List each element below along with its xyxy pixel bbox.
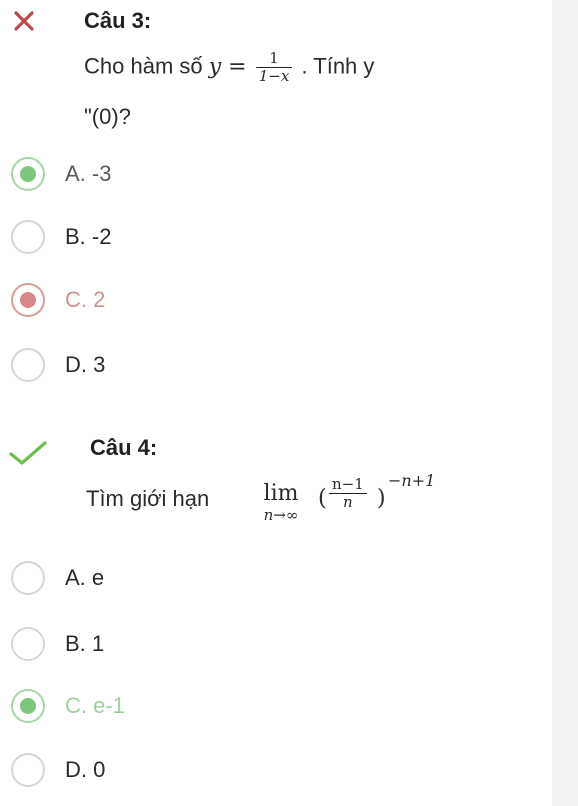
paren-close: ) <box>377 486 386 511</box>
option-label: C. 2 <box>65 287 106 312</box>
radio-button[interactable] <box>11 627 45 661</box>
radio-button[interactable] <box>11 689 45 723</box>
option-label: C. e-1 <box>65 693 125 718</box>
option-label: B. -2 <box>65 224 112 249</box>
radio-button[interactable] <box>11 348 45 382</box>
paren-open: ( <box>318 486 327 511</box>
fraction-numerator: n−1 <box>329 476 367 494</box>
lim-subscript: n→∞ <box>263 506 299 524</box>
exponent: −n+1 <box>388 471 436 490</box>
option-label: A. -3 <box>65 161 112 186</box>
check-icon <box>8 440 48 466</box>
option-label: D. 0 <box>65 757 106 782</box>
q4-option-b[interactable]: B. 1 <box>8 622 308 666</box>
fraction-denominator: 1−x <box>258 67 290 85</box>
question-3-text-line2: "(0)? <box>84 104 131 129</box>
question-4-text: Tìm giới hạn lim n→∞ ( n−1 n ) −n+1 <box>86 471 546 538</box>
question-4-prefix: Tìm giới hạn <box>86 486 210 511</box>
q3-option-c[interactable]: C. 2 <box>8 278 308 322</box>
radio-button[interactable] <box>11 220 45 254</box>
fraction-denominator: n <box>343 493 353 511</box>
question-3-title: Câu 3: <box>84 8 152 33</box>
option-label: A. e <box>65 565 105 590</box>
q3-option-d[interactable]: D. 3 <box>8 343 308 387</box>
q4-option-c[interactable]: C. e-1 <box>8 684 308 728</box>
lim-text: lim <box>263 481 299 506</box>
option-label: D. 3 <box>65 352 106 377</box>
right-scroll-rail <box>552 0 578 806</box>
radio-button[interactable] <box>11 561 45 595</box>
fraction-numerator: 1 <box>255 50 293 68</box>
radio-button[interactable] <box>11 157 45 191</box>
question-3-math-lhs: y = <box>208 54 247 80</box>
limit-symbol: lim n→∞ <box>246 481 316 525</box>
question-4-title: Câu 4: <box>90 435 158 460</box>
q4-option-a[interactable]: A. e <box>8 556 308 600</box>
option-label: B. 1 <box>65 631 105 656</box>
q3-option-a[interactable]: A. -3 <box>8 152 308 196</box>
question-3-suffix: . Tính y <box>301 53 375 79</box>
wrong-x-icon <box>13 10 35 32</box>
q3-option-b[interactable]: B. -2 <box>8 215 308 259</box>
question-3-prefix: Cho hàm số <box>84 53 203 79</box>
radio-button[interactable] <box>11 283 45 317</box>
radio-button[interactable] <box>11 753 45 787</box>
question-4-fraction: n−1 n <box>329 476 367 511</box>
q4-option-d[interactable]: D. 0 <box>8 748 308 792</box>
question-3-fraction: 1 1−x <box>255 50 293 85</box>
question-3-text: Cho hàm số y = 1 1−x . Tính y <box>84 50 544 85</box>
